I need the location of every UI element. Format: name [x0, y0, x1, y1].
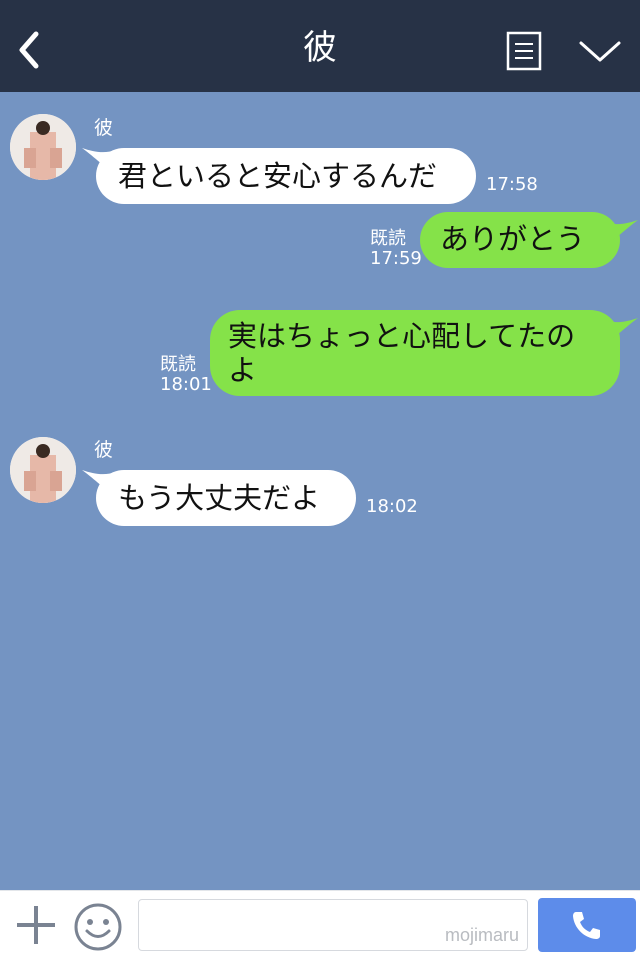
note-button[interactable]	[506, 31, 542, 71]
avatar[interactable]	[10, 114, 76, 180]
person-avatar-icon	[10, 437, 76, 503]
sticker-button[interactable]	[72, 901, 124, 953]
watermark-text: mojimaru	[444, 925, 519, 945]
chevron-down-icon	[579, 41, 621, 62]
message-bubble[interactable]: 君といると安心するんだ	[96, 148, 476, 204]
message-list[interactable]: 彼 君といると安心するんだ 17:58 既読 17:59 ありがとう 既読 18…	[0, 92, 640, 890]
avatar[interactable]	[10, 437, 76, 503]
menu-toggle-button[interactable]	[578, 38, 622, 66]
message-bubble[interactable]: もう大丈夫だよ	[96, 470, 356, 526]
note-icon	[506, 31, 542, 71]
bubble-tail	[604, 318, 638, 342]
read-receipt: 既読	[160, 354, 196, 375]
message-text: 実はちょっと心配してたのよ	[228, 319, 576, 387]
chat-header: 彼	[0, 0, 640, 92]
message-text: 君といると安心するんだ	[118, 159, 438, 193]
chat-title: 彼	[303, 28, 337, 68]
message-time: 18:01	[160, 374, 212, 395]
message-time: 17:59	[370, 248, 422, 269]
phone-icon	[573, 912, 600, 939]
read-receipt: 既読	[370, 228, 406, 249]
message-text: ありがとう	[440, 222, 586, 256]
person-avatar-icon	[10, 114, 76, 180]
sender-name: 彼	[94, 439, 114, 461]
plus-icon	[17, 906, 55, 944]
sender-name: 彼	[94, 117, 114, 139]
bubble-tail	[604, 220, 638, 244]
message-bubble[interactable]: 実はちょっと心配してたのよ	[210, 310, 620, 396]
message-time: 18:02	[366, 496, 418, 517]
message-text: もう大丈夫だよ	[118, 481, 321, 515]
message-time: 17:58	[486, 174, 538, 195]
add-attachment-button[interactable]	[14, 903, 58, 947]
message-input[interactable]: mojimaru	[138, 899, 528, 951]
input-bar: mojimaru	[0, 890, 640, 961]
call-button[interactable]	[538, 898, 636, 952]
smiley-icon	[74, 903, 122, 951]
message-bubble[interactable]: ありがとう	[420, 212, 620, 268]
